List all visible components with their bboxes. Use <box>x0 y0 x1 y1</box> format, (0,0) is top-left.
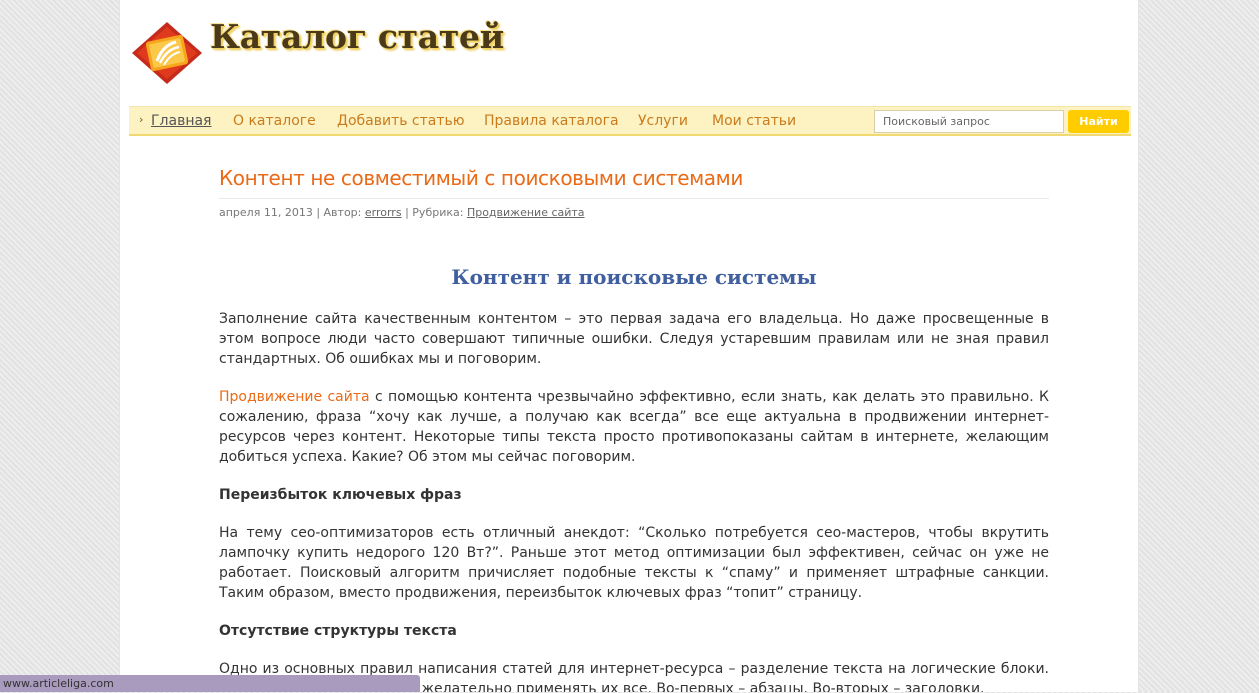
meta-separator: | <box>405 206 409 219</box>
article-meta: апреля 11, 2013 | Автор: errorrs | Рубри… <box>219 198 1049 219</box>
nav-item-services[interactable]: Услуги <box>638 113 688 129</box>
nav-bullet-icon: › <box>139 113 144 126</box>
nav-item-my-articles[interactable]: Мои статьи <box>712 113 796 129</box>
subheading-keywords: Переизбыток ключевых фраз <box>219 487 462 503</box>
promotion-link[interactable]: Продвижение сайта <box>219 389 370 405</box>
site-title[interactable]: Каталог статей <box>210 17 504 56</box>
article-title[interactable]: Контент не совместимый с поисковыми сист… <box>219 166 1049 190</box>
author-link[interactable]: errorrs <box>365 206 402 219</box>
catalog-logo-icon[interactable] <box>130 20 204 86</box>
section-title: Контент и поисковые системы <box>451 265 817 289</box>
status-bar-url: www.articleliga.com <box>0 675 420 692</box>
category-link[interactable]: Продвижение сайта <box>467 206 585 219</box>
subheading-structure: Отсутствие структуры текста <box>219 623 457 639</box>
nav-item-add-article[interactable]: Добавить статью <box>337 113 465 129</box>
paragraph-keywords: На тему сео-оптимизаторов есть отличный … <box>219 525 1049 601</box>
article-date: апреля 11, 2013 <box>219 206 313 219</box>
nav-item-home[interactable]: Главная <box>151 113 211 129</box>
page-container: Каталог статей › Главная О каталоге Доба… <box>119 0 1139 692</box>
nav-item-about[interactable]: О каталоге <box>233 113 316 129</box>
search-input[interactable] <box>874 110 1064 133</box>
meta-separator: | <box>316 206 321 219</box>
search-button[interactable]: Найти <box>1068 110 1129 133</box>
paragraph-promotion: Продвижение сайта с помощью контента чре… <box>219 387 1049 467</box>
article: Контент не совместимый с поисковыми сист… <box>219 166 1049 692</box>
category-label: Рубрика: <box>412 206 464 219</box>
author-label: Автор: <box>323 206 362 219</box>
main-nav: › Главная О каталоге Добавить статью Пра… <box>129 106 1131 136</box>
paragraph-intro: Заполнение сайта качественным контентом … <box>219 311 1049 367</box>
nav-item-rules[interactable]: Правила каталога <box>484 113 619 129</box>
